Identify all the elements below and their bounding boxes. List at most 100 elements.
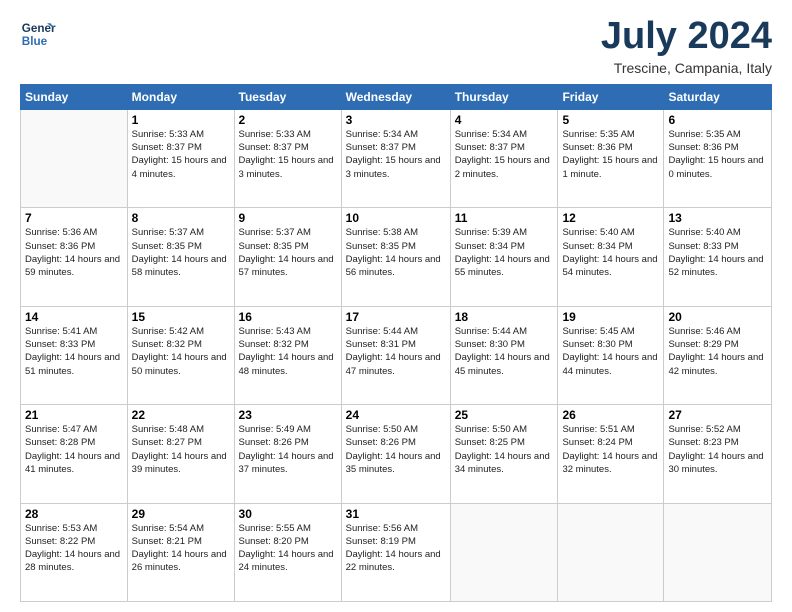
col-sunday: Sunday bbox=[21, 84, 128, 109]
sunset-text: Sunset: 8:29 PM bbox=[668, 339, 738, 350]
cell-info: Sunrise: 5:49 AM Sunset: 8:26 PM Dayligh… bbox=[239, 423, 337, 476]
daylight-text: Daylight: 14 hours and 56 minutes. bbox=[346, 254, 441, 278]
day-number: 14 bbox=[25, 310, 123, 324]
calendar-cell: 10 Sunrise: 5:38 AM Sunset: 8:35 PM Dayl… bbox=[341, 208, 450, 306]
sunrise-text: Sunrise: 5:36 AM bbox=[25, 227, 97, 238]
sunrise-text: Sunrise: 5:55 AM bbox=[239, 523, 311, 534]
calendar-cell: 20 Sunrise: 5:46 AM Sunset: 8:29 PM Dayl… bbox=[664, 306, 772, 404]
cell-info: Sunrise: 5:50 AM Sunset: 8:26 PM Dayligh… bbox=[346, 423, 446, 476]
sunset-text: Sunset: 8:26 PM bbox=[239, 437, 309, 448]
daylight-text: Daylight: 14 hours and 28 minutes. bbox=[25, 549, 120, 573]
svg-text:Blue: Blue bbox=[22, 35, 48, 48]
sunset-text: Sunset: 8:30 PM bbox=[455, 339, 525, 350]
daylight-text: Daylight: 14 hours and 37 minutes. bbox=[239, 451, 334, 475]
calendar-cell: 27 Sunrise: 5:52 AM Sunset: 8:23 PM Dayl… bbox=[664, 405, 772, 503]
sunrise-text: Sunrise: 5:42 AM bbox=[132, 326, 204, 337]
sunset-text: Sunset: 8:35 PM bbox=[346, 241, 416, 252]
calendar-cell: 13 Sunrise: 5:40 AM Sunset: 8:33 PM Dayl… bbox=[664, 208, 772, 306]
calendar-cell bbox=[21, 109, 128, 207]
calendar-cell: 11 Sunrise: 5:39 AM Sunset: 8:34 PM Dayl… bbox=[450, 208, 558, 306]
cell-info: Sunrise: 5:37 AM Sunset: 8:35 PM Dayligh… bbox=[132, 226, 230, 279]
sunset-text: Sunset: 8:37 PM bbox=[346, 142, 416, 153]
day-number: 1 bbox=[132, 113, 230, 127]
sunrise-text: Sunrise: 5:46 AM bbox=[668, 326, 740, 337]
day-number: 15 bbox=[132, 310, 230, 324]
day-number: 31 bbox=[346, 507, 446, 521]
calendar-week-3: 21 Sunrise: 5:47 AM Sunset: 8:28 PM Dayl… bbox=[21, 405, 772, 503]
daylight-text: Daylight: 14 hours and 51 minutes. bbox=[25, 352, 120, 376]
calendar-cell: 22 Sunrise: 5:48 AM Sunset: 8:27 PM Dayl… bbox=[127, 405, 234, 503]
cell-info: Sunrise: 5:36 AM Sunset: 8:36 PM Dayligh… bbox=[25, 226, 123, 279]
cell-info: Sunrise: 5:33 AM Sunset: 8:37 PM Dayligh… bbox=[239, 128, 337, 181]
sunset-text: Sunset: 8:34 PM bbox=[562, 241, 632, 252]
calendar-cell bbox=[664, 503, 772, 601]
day-number: 24 bbox=[346, 408, 446, 422]
sunrise-text: Sunrise: 5:49 AM bbox=[239, 424, 311, 435]
col-tuesday: Tuesday bbox=[234, 84, 341, 109]
sunrise-text: Sunrise: 5:50 AM bbox=[346, 424, 418, 435]
day-number: 5 bbox=[562, 113, 659, 127]
sunrise-text: Sunrise: 5:52 AM bbox=[668, 424, 740, 435]
day-number: 21 bbox=[25, 408, 123, 422]
sunrise-text: Sunrise: 5:35 AM bbox=[668, 129, 740, 140]
sunset-text: Sunset: 8:27 PM bbox=[132, 437, 202, 448]
title-block: July 2024 Trescine, Campania, Italy bbox=[601, 16, 772, 76]
cell-info: Sunrise: 5:35 AM Sunset: 8:36 PM Dayligh… bbox=[668, 128, 767, 181]
header-row: Sunday Monday Tuesday Wednesday Thursday… bbox=[21, 84, 772, 109]
sunrise-text: Sunrise: 5:40 AM bbox=[562, 227, 634, 238]
calendar-cell bbox=[450, 503, 558, 601]
sunset-text: Sunset: 8:28 PM bbox=[25, 437, 95, 448]
sunset-text: Sunset: 8:36 PM bbox=[25, 241, 95, 252]
day-number: 27 bbox=[668, 408, 767, 422]
sunrise-text: Sunrise: 5:45 AM bbox=[562, 326, 634, 337]
sunrise-text: Sunrise: 5:37 AM bbox=[239, 227, 311, 238]
cell-info: Sunrise: 5:37 AM Sunset: 8:35 PM Dayligh… bbox=[239, 226, 337, 279]
daylight-text: Daylight: 14 hours and 57 minutes. bbox=[239, 254, 334, 278]
daylight-text: Daylight: 14 hours and 48 minutes. bbox=[239, 352, 334, 376]
day-number: 25 bbox=[455, 408, 554, 422]
sunset-text: Sunset: 8:23 PM bbox=[668, 437, 738, 448]
daylight-text: Daylight: 14 hours and 22 minutes. bbox=[346, 549, 441, 573]
sunrise-text: Sunrise: 5:41 AM bbox=[25, 326, 97, 337]
calendar-cell: 29 Sunrise: 5:54 AM Sunset: 8:21 PM Dayl… bbox=[127, 503, 234, 601]
calendar-cell: 2 Sunrise: 5:33 AM Sunset: 8:37 PM Dayli… bbox=[234, 109, 341, 207]
day-number: 18 bbox=[455, 310, 554, 324]
calendar-cell: 17 Sunrise: 5:44 AM Sunset: 8:31 PM Dayl… bbox=[341, 306, 450, 404]
calendar-cell: 16 Sunrise: 5:43 AM Sunset: 8:32 PM Dayl… bbox=[234, 306, 341, 404]
sunset-text: Sunset: 8:33 PM bbox=[668, 241, 738, 252]
daylight-text: Daylight: 14 hours and 52 minutes. bbox=[668, 254, 763, 278]
day-number: 12 bbox=[562, 211, 659, 225]
cell-info: Sunrise: 5:53 AM Sunset: 8:22 PM Dayligh… bbox=[25, 522, 123, 575]
sunset-text: Sunset: 8:32 PM bbox=[132, 339, 202, 350]
sunset-text: Sunset: 8:26 PM bbox=[346, 437, 416, 448]
cell-info: Sunrise: 5:40 AM Sunset: 8:34 PM Dayligh… bbox=[562, 226, 659, 279]
sunset-text: Sunset: 8:22 PM bbox=[25, 536, 95, 547]
sunset-text: Sunset: 8:35 PM bbox=[239, 241, 309, 252]
calendar-cell: 28 Sunrise: 5:53 AM Sunset: 8:22 PM Dayl… bbox=[21, 503, 128, 601]
daylight-text: Daylight: 14 hours and 35 minutes. bbox=[346, 451, 441, 475]
cell-info: Sunrise: 5:33 AM Sunset: 8:37 PM Dayligh… bbox=[132, 128, 230, 181]
sunset-text: Sunset: 8:37 PM bbox=[132, 142, 202, 153]
daylight-text: Daylight: 14 hours and 42 minutes. bbox=[668, 352, 763, 376]
day-number: 7 bbox=[25, 211, 123, 225]
calendar-cell: 6 Sunrise: 5:35 AM Sunset: 8:36 PM Dayli… bbox=[664, 109, 772, 207]
daylight-text: Daylight: 14 hours and 58 minutes. bbox=[132, 254, 227, 278]
calendar-week-1: 7 Sunrise: 5:36 AM Sunset: 8:36 PM Dayli… bbox=[21, 208, 772, 306]
sunrise-text: Sunrise: 5:34 AM bbox=[455, 129, 527, 140]
calendar-cell: 7 Sunrise: 5:36 AM Sunset: 8:36 PM Dayli… bbox=[21, 208, 128, 306]
daylight-text: Daylight: 14 hours and 50 minutes. bbox=[132, 352, 227, 376]
daylight-text: Daylight: 14 hours and 54 minutes. bbox=[562, 254, 657, 278]
sunrise-text: Sunrise: 5:53 AM bbox=[25, 523, 97, 534]
calendar-week-4: 28 Sunrise: 5:53 AM Sunset: 8:22 PM Dayl… bbox=[21, 503, 772, 601]
sunrise-text: Sunrise: 5:39 AM bbox=[455, 227, 527, 238]
calendar-cell: 21 Sunrise: 5:47 AM Sunset: 8:28 PM Dayl… bbox=[21, 405, 128, 503]
sunrise-text: Sunrise: 5:37 AM bbox=[132, 227, 204, 238]
cell-info: Sunrise: 5:52 AM Sunset: 8:23 PM Dayligh… bbox=[668, 423, 767, 476]
sunset-text: Sunset: 8:30 PM bbox=[562, 339, 632, 350]
cell-info: Sunrise: 5:44 AM Sunset: 8:30 PM Dayligh… bbox=[455, 325, 554, 378]
day-number: 4 bbox=[455, 113, 554, 127]
cell-info: Sunrise: 5:34 AM Sunset: 8:37 PM Dayligh… bbox=[346, 128, 446, 181]
day-number: 23 bbox=[239, 408, 337, 422]
day-number: 29 bbox=[132, 507, 230, 521]
calendar-cell: 9 Sunrise: 5:37 AM Sunset: 8:35 PM Dayli… bbox=[234, 208, 341, 306]
